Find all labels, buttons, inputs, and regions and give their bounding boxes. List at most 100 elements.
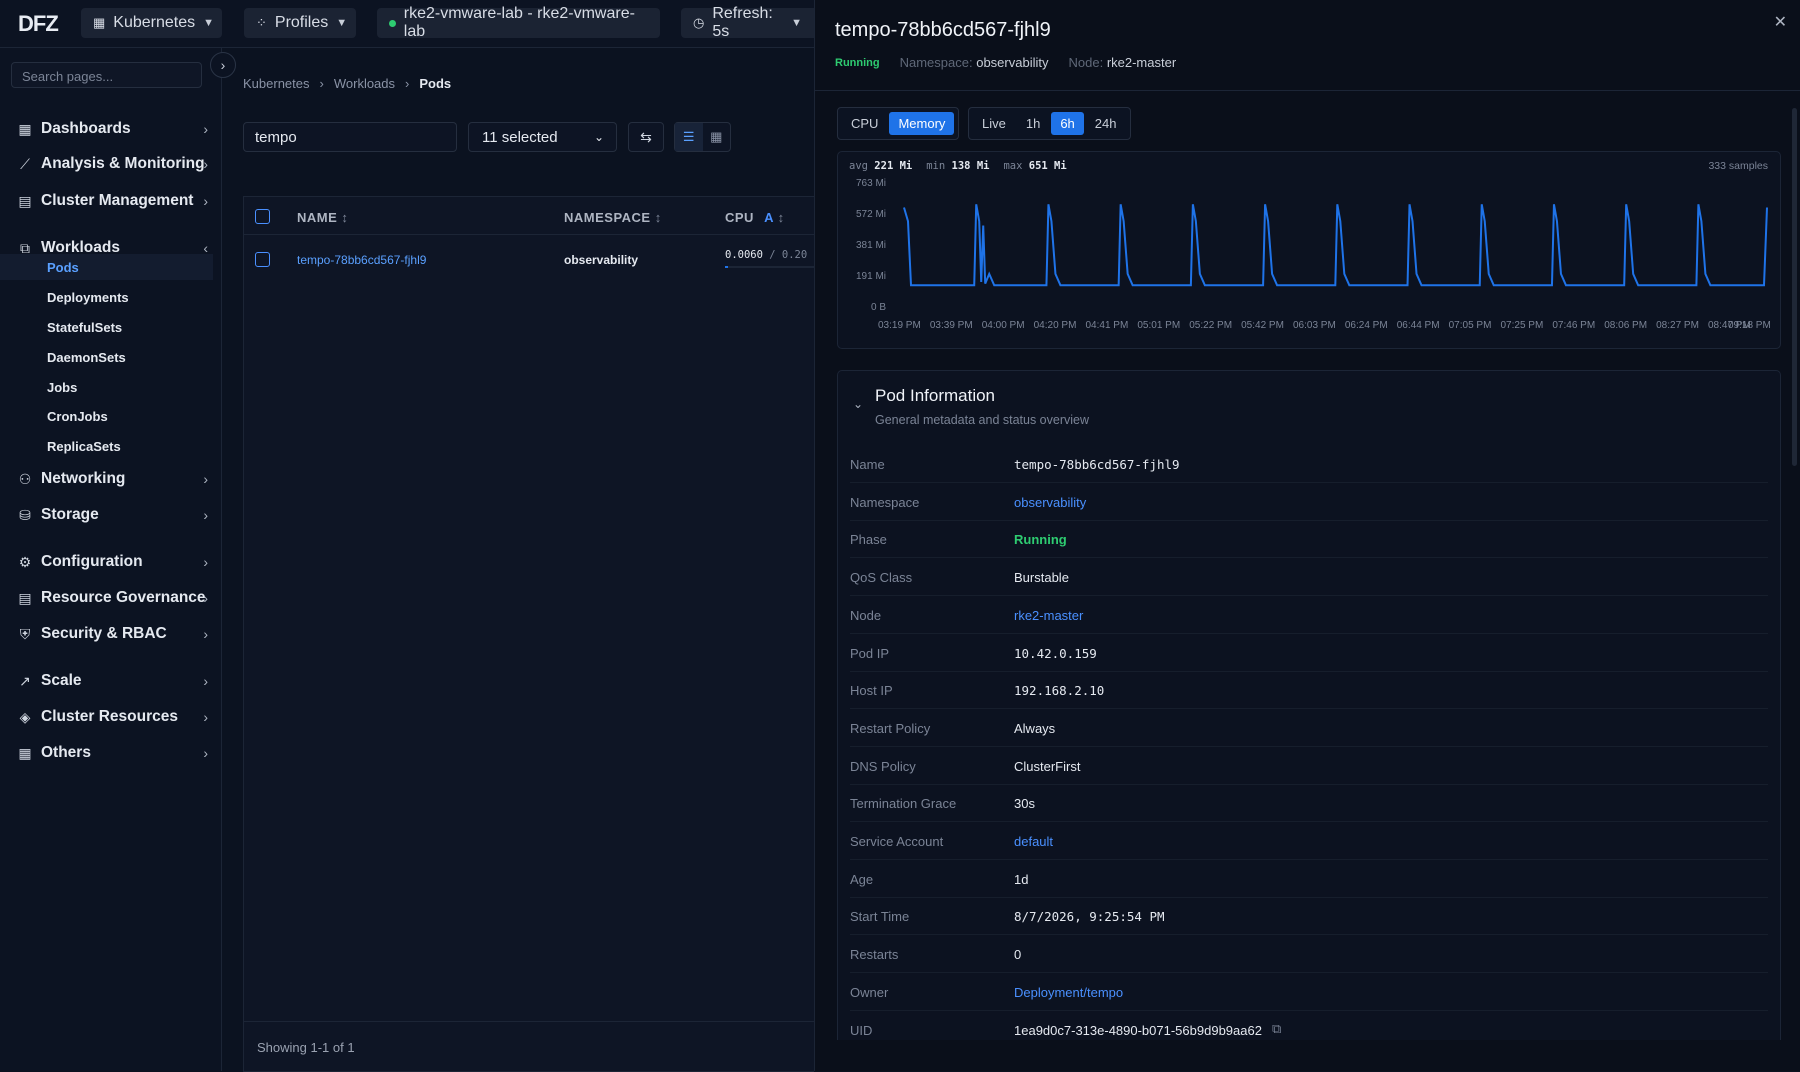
info-value: 30s [1014,796,1035,812]
sidebar-item-cluster-management[interactable]: ▤ Cluster Management › [0,186,222,216]
sidebar-item-resource-governance[interactable]: ▤ Resource Governance › [0,583,222,613]
x-tick-label: 07:05 PM [1448,320,1492,331]
tab-6h[interactable]: 6h [1051,112,1084,135]
kubernetes-switcher[interactable]: ▦ Kubernetes ▼ [81,8,222,38]
apps-icon: ⁘ [256,15,267,30]
sidebar-item-label: Others [41,744,91,761]
info-key: QoS Class [850,570,913,586]
grid-icon: ▦ [18,744,32,761]
refresh-button[interactable]: ◷ Refresh: 5s ▼ [681,5,814,40]
sidebar-subitem-pods[interactable]: Pods [0,254,213,280]
sidebar-subitem-replicasets[interactable]: ReplicaSets [0,433,213,459]
sort-icon: ↕ [777,210,785,225]
sidebar-item-scale[interactable]: ↗ Scale › [0,666,222,696]
sidebar-item-security[interactable]: ⛨ Security & RBAC › [0,619,222,649]
info-value[interactable]: rke2-master [1014,608,1083,623]
sidebar-item-dashboards[interactable]: ▦ Dashboards › [0,114,222,144]
x-tick-label: 07:25 PM [1500,320,1544,331]
meta-node: Node: rke2-master [1068,55,1176,70]
chevron-right-icon: › [203,673,208,689]
sidebar-subitem-deployments[interactable]: Deployments [0,284,213,310]
x-tick-label: 05:01 PM [1137,320,1181,331]
chevron-right-icon: › [220,57,226,73]
info-value: Running [1014,532,1067,548]
cpu-usage-bar [725,266,815,268]
grid-icon: ▦ [18,120,32,137]
cluster-selector[interactable]: rke2-vmware-lab - rke2-vmware-lab [377,5,660,40]
main-content: Kubernetes › Workloads › Pods tempo 11 s… [222,48,815,1072]
select-all-checkbox[interactable] [255,209,270,224]
sidebar-item-label: Analysis & Monitoring [41,155,205,172]
sidebar-item-label: Security & RBAC [41,625,167,642]
search-input[interactable]: Search pages... [11,62,202,88]
chevron-right-icon: › [405,76,410,91]
y-tick-label: 572 Mi [855,209,886,221]
column-namespace[interactable]: NAMESPACE ↕ [564,210,662,225]
tab-24h[interactable]: 24h [1086,112,1126,135]
list-view-icon[interactable]: ☰ [675,123,703,151]
y-tick-label: 381 Mi [855,240,886,252]
info-row: Phase Running [850,520,1768,559]
network-icon: ⚇ [18,470,32,487]
profiles-button[interactable]: ⁘ Profiles ▼ [244,8,356,38]
namespace-select[interactable]: 11 selected ⌄ [468,122,617,152]
shield-icon: ⛨ [19,625,31,642]
breadcrumb-workloads[interactable]: Workloads [334,76,395,91]
panel-scrollbar[interactable] [1792,108,1797,466]
x-tick-label: 07:46 PM [1552,320,1596,331]
info-key: Start Time [850,909,910,925]
sidebar-subitem-cronjobs[interactable]: CronJobs [0,403,213,429]
tab-1h[interactable]: 1h [1017,112,1049,135]
chevron-right-icon: › [203,193,208,209]
sidebar-subitem-jobs[interactable]: Jobs [0,374,213,400]
scroll-icon: ▤ [18,589,32,606]
column-cpu[interactable]: CPU A ↕ [725,210,785,225]
grid-view-icon[interactable]: ▦ [703,123,731,151]
breadcrumb: Kubernetes › Workloads › Pods [243,76,451,91]
sidebar-toggle-button[interactable]: › [210,52,236,78]
tab-cpu[interactable]: CPU [842,112,887,135]
tab-live[interactable]: Live [973,112,1015,135]
sidebar-subitem-statefulsets[interactable]: StatefulSets [0,314,213,340]
sidebar-item-cluster-resources[interactable]: ◈ Cluster Resources › [0,702,222,732]
cluster-label: rke2-vmware-lab - rke2-vmware-lab [403,5,635,40]
sidebar-item-configuration[interactable]: ⚙ Configuration › [0,547,222,577]
row-checkbox[interactable] [255,252,270,267]
info-value[interactable]: observability [1014,495,1086,510]
sidebar-item-analysis[interactable]: ⟋ Analysis & Monitoring › [0,149,222,179]
info-value[interactable]: Deployment/tempo [1014,985,1123,1000]
chevron-right-icon: › [203,554,208,570]
sidebar-subitem-daemonsets[interactable]: DaemonSets [0,344,213,370]
app-logo[interactable]: DFZ [18,11,59,37]
tab-memory[interactable]: Memory [889,112,955,135]
x-tick-label: 05:42 PM [1241,320,1284,331]
sidebar-item-label: Dashboards [41,120,131,137]
sidebar-item-storage[interactable]: ⛁ Storage › [0,500,222,530]
x-tick-label: 09:18 PM [1728,320,1771,331]
namespace-select-label: 11 selected [482,129,558,146]
x-tick-label: 04:20 PM [1033,320,1077,331]
info-key: Restarts [850,947,899,963]
breadcrumb-kubernetes[interactable]: Kubernetes [243,76,310,91]
x-tick-label: 08:27 PM [1656,320,1699,331]
info-row: Age 1d [850,860,1768,898]
info-key: Age [850,871,874,887]
pod-name-link[interactable]: tempo-78bb6cd567-fjhl9 [297,253,426,267]
chevron-down-icon[interactable]: ⌄ [853,397,863,411]
table-row[interactable]: tempo-78bb6cd567-fjhl9 observability 0.0… [244,235,815,285]
copy-icon[interactable]: ⧉ [1272,1021,1281,1037]
close-icon[interactable]: ✕ [1774,12,1787,32]
meta-namespace: Namespace: observability [900,55,1049,70]
column-name[interactable]: NAME ↕ [297,210,348,225]
sidebar-item-label: Storage [41,506,99,523]
info-key: Owner [850,984,889,1000]
y-tick-label: 763 Mi [855,178,886,189]
info-value[interactable]: default [1014,834,1053,849]
sidebar: Search pages... ▦ Dashboards › ⟋ Analysi… [0,48,222,1071]
sidebar-item-networking[interactable]: ⚇ Networking › [0,464,222,494]
sidebar-item-others[interactable]: ▦ Others › [0,738,222,768]
pod-filter-input[interactable]: tempo [243,122,457,152]
filter-settings-button[interactable]: ⇆ [628,122,664,152]
x-tick-label: 06:24 PM [1344,320,1388,331]
y-tick-label: 0 B [870,302,886,313]
